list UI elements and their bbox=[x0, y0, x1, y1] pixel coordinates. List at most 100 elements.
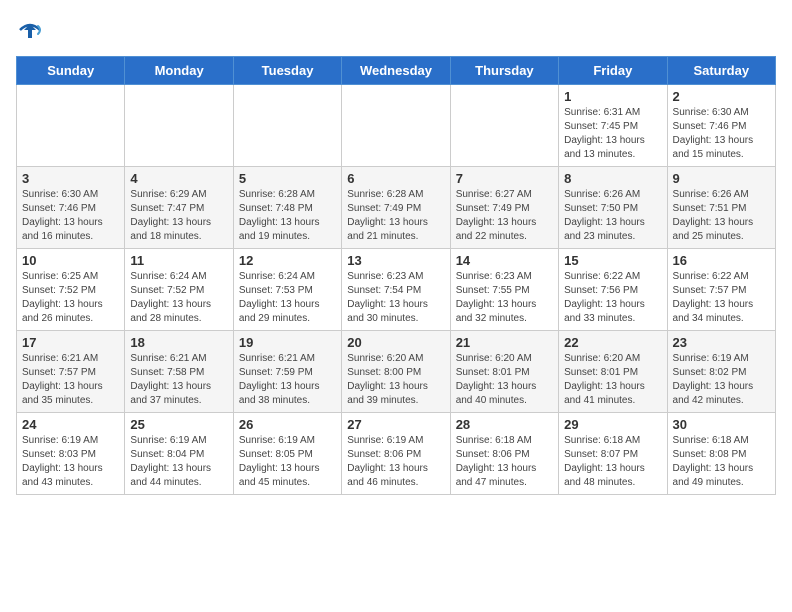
calendar-cell: 7 Sunrise: 6:27 AM Sunset: 7:49 PM Daylig… bbox=[450, 167, 558, 249]
day-info: Sunrise: 6:18 AM Sunset: 8:06 PM Dayligh… bbox=[456, 434, 553, 490]
calendar-cell: 9Sunrise: 6:26 AM Sunset: 7:51 PM Daylig… bbox=[667, 167, 775, 249]
calendar-cell: 6 Sunrise: 6:28 AM Sunset: 7:49 PM Daylig… bbox=[342, 167, 450, 249]
calendar-cell: 17 Sunrise: 6:21 AM Sunset: 7:57 PM Dayli… bbox=[17, 331, 125, 413]
weekday-header-friday: Friday bbox=[559, 57, 667, 85]
day-number: 30 bbox=[673, 417, 770, 432]
day-number: 22 bbox=[564, 335, 661, 350]
day-info: Sunrise: 6:26 AM Sunset: 7:50 PM Dayligh… bbox=[564, 188, 661, 244]
day-info: Sunrise: 6:30 AM Sunset: 7:46 PM Dayligh… bbox=[22, 188, 119, 244]
calendar-cell: 2 Sunrise: 6:30 AM Sunset: 7:46 PM Daylig… bbox=[667, 85, 775, 167]
calendar-cell: 30 Sunrise: 6:18 AM Sunset: 8:08 PM Dayli… bbox=[667, 413, 775, 495]
day-info: Sunrise: 6:20 AM Sunset: 8:01 PM Dayligh… bbox=[456, 352, 553, 408]
day-info: Sunrise: 6:21 AM Sunset: 7:59 PM Dayligh… bbox=[239, 352, 336, 408]
day-number: 27 bbox=[347, 417, 444, 432]
calendar-cell: 25 Sunrise: 6:19 AM Sunset: 8:04 PM Dayli… bbox=[125, 413, 233, 495]
day-info: Sunrise: 6:21 AM Sunset: 7:57 PM Dayligh… bbox=[22, 352, 119, 408]
calendar-cell: 28 Sunrise: 6:18 AM Sunset: 8:06 PM Dayli… bbox=[450, 413, 558, 495]
day-number: 19 bbox=[239, 335, 336, 350]
day-info: Sunrise: 6:27 AM Sunset: 7:49 PM Dayligh… bbox=[456, 188, 553, 244]
weekday-header-monday: Monday bbox=[125, 57, 233, 85]
day-info: Sunrise: 6:28 AM Sunset: 7:49 PM Dayligh… bbox=[347, 188, 444, 244]
day-number: 2 bbox=[673, 89, 770, 104]
day-number: 3 bbox=[22, 171, 119, 186]
calendar-cell: 16 Sunrise: 6:22 AM Sunset: 7:57 PM Dayli… bbox=[667, 249, 775, 331]
day-info: Sunrise: 6:31 AM Sunset: 7:45 PM Dayligh… bbox=[564, 106, 661, 162]
day-info: Sunrise: 6:19 AM Sunset: 8:04 PM Dayligh… bbox=[130, 434, 227, 490]
day-number: 23 bbox=[673, 335, 770, 350]
calendar-cell: 26 Sunrise: 6:19 AM Sunset: 8:05 PM Dayli… bbox=[233, 413, 341, 495]
weekday-header-saturday: Saturday bbox=[667, 57, 775, 85]
calendar-cell: 10 Sunrise: 6:25 AM Sunset: 7:52 PM Dayli… bbox=[17, 249, 125, 331]
day-info: Sunrise: 6:28 AM Sunset: 7:48 PM Dayligh… bbox=[239, 188, 336, 244]
calendar-cell bbox=[450, 85, 558, 167]
day-number: 7 bbox=[456, 171, 553, 186]
day-number: 6 bbox=[347, 171, 444, 186]
day-info: Sunrise: 6:29 AM Sunset: 7:47 PM Dayligh… bbox=[130, 188, 227, 244]
logo bbox=[16, 16, 48, 44]
calendar-cell: 24 Sunrise: 6:19 AM Sunset: 8:03 PM Dayli… bbox=[17, 413, 125, 495]
day-number: 8 bbox=[564, 171, 661, 186]
calendar-cell: 18 Sunrise: 6:21 AM Sunset: 7:58 PM Dayli… bbox=[125, 331, 233, 413]
day-info: Sunrise: 6:19 AM Sunset: 8:02 PM Dayligh… bbox=[673, 352, 770, 408]
day-info: Sunrise: 6:24 AM Sunset: 7:53 PM Dayligh… bbox=[239, 270, 336, 326]
day-number: 26 bbox=[239, 417, 336, 432]
calendar-cell: 1Sunrise: 6:31 AM Sunset: 7:45 PM Daylig… bbox=[559, 85, 667, 167]
day-info: Sunrise: 6:21 AM Sunset: 7:58 PM Dayligh… bbox=[130, 352, 227, 408]
day-info: Sunrise: 6:18 AM Sunset: 8:07 PM Dayligh… bbox=[564, 434, 661, 490]
calendar-cell: 15 Sunrise: 6:22 AM Sunset: 7:56 PM Dayli… bbox=[559, 249, 667, 331]
day-info: Sunrise: 6:23 AM Sunset: 7:55 PM Dayligh… bbox=[456, 270, 553, 326]
day-number: 18 bbox=[130, 335, 227, 350]
day-number: 10 bbox=[22, 253, 119, 268]
day-info: Sunrise: 6:19 AM Sunset: 8:03 PM Dayligh… bbox=[22, 434, 119, 490]
day-number: 4 bbox=[130, 171, 227, 186]
day-number: 17 bbox=[22, 335, 119, 350]
calendar-cell bbox=[233, 85, 341, 167]
calendar-cell: 3 Sunrise: 6:30 AM Sunset: 7:46 PM Daylig… bbox=[17, 167, 125, 249]
day-info: Sunrise: 6:20 AM Sunset: 8:01 PM Dayligh… bbox=[564, 352, 661, 408]
day-info: Sunrise: 6:18 AM Sunset: 8:08 PM Dayligh… bbox=[673, 434, 770, 490]
day-info: Sunrise: 6:24 AM Sunset: 7:52 PM Dayligh… bbox=[130, 270, 227, 326]
calendar-cell: 22 Sunrise: 6:20 AM Sunset: 8:01 PM Dayli… bbox=[559, 331, 667, 413]
calendar-cell: 21 Sunrise: 6:20 AM Sunset: 8:01 PM Dayli… bbox=[450, 331, 558, 413]
day-info: Sunrise: 6:25 AM Sunset: 7:52 PM Dayligh… bbox=[22, 270, 119, 326]
day-info: Sunrise: 6:20 AM Sunset: 8:00 PM Dayligh… bbox=[347, 352, 444, 408]
day-number: 24 bbox=[22, 417, 119, 432]
calendar-cell: 5 Sunrise: 6:28 AM Sunset: 7:48 PM Daylig… bbox=[233, 167, 341, 249]
day-info: Sunrise: 6:19 AM Sunset: 8:06 PM Dayligh… bbox=[347, 434, 444, 490]
day-number: 11 bbox=[130, 253, 227, 268]
day-info: Sunrise: 6:22 AM Sunset: 7:57 PM Dayligh… bbox=[673, 270, 770, 326]
day-info: Sunrise: 6:22 AM Sunset: 7:56 PM Dayligh… bbox=[564, 270, 661, 326]
calendar-cell: 20 Sunrise: 6:20 AM Sunset: 8:00 PM Dayli… bbox=[342, 331, 450, 413]
calendar-cell: 19 Sunrise: 6:21 AM Sunset: 7:59 PM Dayli… bbox=[233, 331, 341, 413]
calendar-cell: 23 Sunrise: 6:19 AM Sunset: 8:02 PM Dayli… bbox=[667, 331, 775, 413]
day-number: 21 bbox=[456, 335, 553, 350]
calendar-cell: 29 Sunrise: 6:18 AM Sunset: 8:07 PM Dayli… bbox=[559, 413, 667, 495]
day-number: 12 bbox=[239, 253, 336, 268]
day-number: 13 bbox=[347, 253, 444, 268]
day-info: Sunrise: 6:30 AM Sunset: 7:46 PM Dayligh… bbox=[673, 106, 770, 162]
day-number: 25 bbox=[130, 417, 227, 432]
weekday-header-wednesday: Wednesday bbox=[342, 57, 450, 85]
calendar-cell: 12 Sunrise: 6:24 AM Sunset: 7:53 PM Dayli… bbox=[233, 249, 341, 331]
weekday-header-tuesday: Tuesday bbox=[233, 57, 341, 85]
day-number: 5 bbox=[239, 171, 336, 186]
weekday-header-sunday: Sunday bbox=[17, 57, 125, 85]
calendar-cell: 13 Sunrise: 6:23 AM Sunset: 7:54 PM Dayli… bbox=[342, 249, 450, 331]
calendar-cell bbox=[125, 85, 233, 167]
day-number: 14 bbox=[456, 253, 553, 268]
day-number: 28 bbox=[456, 417, 553, 432]
weekday-header-thursday: Thursday bbox=[450, 57, 558, 85]
day-number: 29 bbox=[564, 417, 661, 432]
calendar-cell bbox=[17, 85, 125, 167]
calendar-cell: 27 Sunrise: 6:19 AM Sunset: 8:06 PM Dayli… bbox=[342, 413, 450, 495]
calendar-cell: 4 Sunrise: 6:29 AM Sunset: 7:47 PM Daylig… bbox=[125, 167, 233, 249]
day-number: 9 bbox=[673, 171, 770, 186]
calendar-table: SundayMondayTuesdayWednesdayThursdayFrid… bbox=[16, 56, 776, 495]
calendar-cell bbox=[342, 85, 450, 167]
day-info: Sunrise: 6:19 AM Sunset: 8:05 PM Dayligh… bbox=[239, 434, 336, 490]
day-number: 16 bbox=[673, 253, 770, 268]
calendar-cell: 11 Sunrise: 6:24 AM Sunset: 7:52 PM Dayli… bbox=[125, 249, 233, 331]
day-number: 20 bbox=[347, 335, 444, 350]
day-number: 15 bbox=[564, 253, 661, 268]
day-info: Sunrise: 6:23 AM Sunset: 7:54 PM Dayligh… bbox=[347, 270, 444, 326]
